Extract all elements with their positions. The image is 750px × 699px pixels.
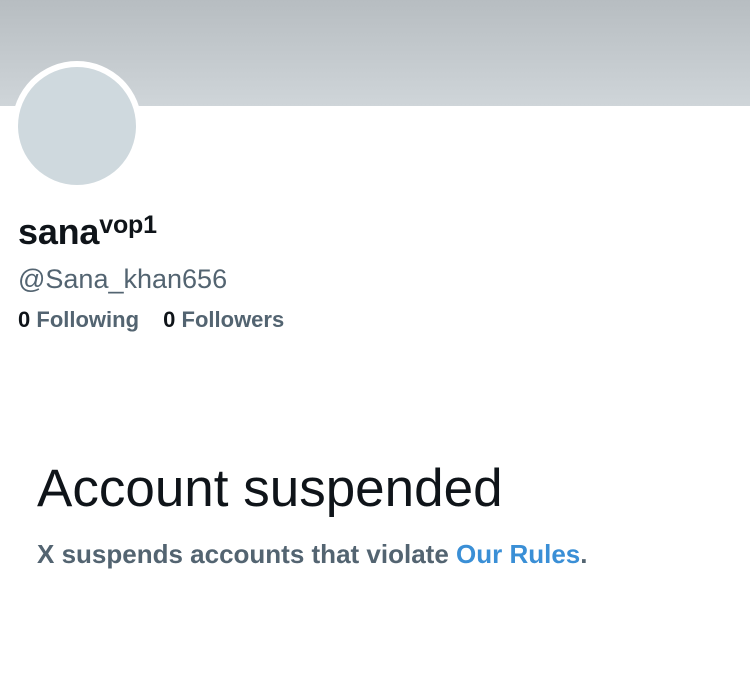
display-name-superscript: vop1	[99, 211, 157, 239]
suspended-note-text: X suspends accounts that violate	[37, 539, 456, 569]
following-count: 0	[18, 307, 31, 332]
suspended-title: Account suspended	[37, 459, 503, 518]
profile-handle: @Sana_khan656	[18, 264, 228, 294]
following-label: Following	[36, 307, 140, 332]
suspended-note-period: .	[580, 539, 588, 569]
followers-label: Followers	[181, 307, 285, 332]
followers-count: 0	[163, 307, 176, 332]
our-rules-link[interactable]: Our Rules	[456, 539, 580, 569]
suspended-note: X suspends accounts that violate Our Rul…	[37, 537, 587, 571]
followers-link[interactable]: 0 Followers	[163, 305, 284, 335]
display-name: sanavop1	[18, 210, 157, 254]
display-name-text: sana	[18, 211, 100, 252]
avatar[interactable]	[18, 67, 136, 185]
follow-stats: 0 Following 0 Followers	[18, 305, 302, 335]
following-link[interactable]: 0 Following	[18, 305, 139, 335]
